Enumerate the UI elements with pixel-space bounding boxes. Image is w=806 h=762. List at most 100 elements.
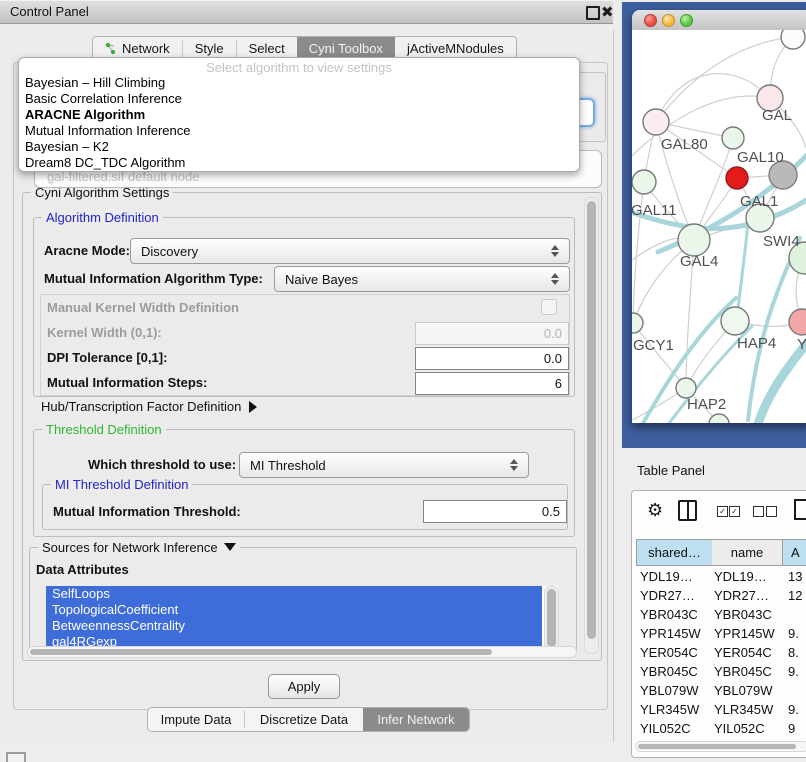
table-cell[interactable]: YLR345W	[714, 700, 773, 719]
table-horizontal-scrollbar[interactable]	[635, 741, 806, 752]
split-columns-icon[interactable]	[678, 500, 697, 521]
table-row[interactable]: YPR145W YPR145W 9.	[636, 624, 806, 643]
attribute-item-selected[interactable]: SelfLoops	[46, 586, 542, 602]
table-row[interactable]: YBR043C YBR043C	[636, 605, 806, 624]
network-node[interactable]	[632, 313, 643, 333]
algorithm-option[interactable]: Dream8 DC_TDC Algorithm	[23, 155, 575, 171]
attributes-vertical-scrollbar[interactable]	[544, 586, 559, 652]
network-canvas[interactable]: GALGAL80GAL10GAL11GAL1SWI4GAL4GCY1HAP4YH…	[632, 30, 806, 423]
algorithm-option[interactable]: Bayesian – Hill Climbing	[23, 75, 575, 91]
apply-button[interactable]: Apply	[268, 674, 340, 699]
table-cell[interactable]: 9	[788, 719, 795, 738]
network-node[interactable]	[789, 309, 806, 335]
table-row[interactable]: YER054C YER054C 8.	[636, 643, 806, 662]
tab-discretize-data[interactable]: Discretize Data	[245, 708, 363, 731]
table-row[interactable]: YDL19… YDL19… 13	[636, 567, 806, 586]
zoom-window-icon[interactable]	[680, 14, 693, 27]
table-cell[interactable]: YPR145W	[714, 624, 775, 643]
network-node[interactable]	[726, 167, 748, 189]
network-window-titlebar[interactable]	[632, 10, 806, 31]
network-node[interactable]	[722, 127, 744, 149]
algorithm-option[interactable]: Basic Correlation Inference	[23, 91, 575, 107]
hub-definition-expander[interactable]: Hub/Transcription Factor Definition	[41, 399, 257, 415]
kernel-width-field[interactable]: 0.0	[415, 322, 569, 345]
attribute-item-selected[interactable]: TopologicalCoefficient	[46, 602, 542, 618]
table-cell[interactable]: YBR045C	[714, 662, 772, 681]
sources-group-title[interactable]: Sources for Network Inference	[38, 540, 240, 555]
table-cell[interactable]: YIL052C	[640, 719, 691, 738]
network-node[interactable]	[678, 224, 710, 256]
minimized-panel-fragment[interactable]	[6, 752, 26, 762]
column-header-next[interactable]: A	[783, 539, 806, 566]
gear-icon[interactable]: ⚙	[647, 501, 663, 519]
table-cell[interactable]: YDL19…	[640, 567, 693, 586]
which-threshold-combo[interactable]: MI Threshold	[239, 452, 529, 478]
column-header-name[interactable]: name	[712, 539, 783, 566]
tab-infer-network[interactable]: Infer Network	[363, 708, 469, 731]
float-panel-icon[interactable]	[586, 6, 600, 20]
table-cell[interactable]: YDL19…	[714, 567, 767, 586]
table-hscrollbar-thumb[interactable]	[638, 744, 796, 749]
network-node[interactable]	[676, 378, 696, 398]
mi-threshold-field[interactable]: 0.5	[423, 500, 567, 523]
stepper-icon	[510, 459, 518, 471]
mi-steps-field[interactable]: 6	[415, 372, 569, 395]
settings-horizontal-scrollbar[interactable]	[27, 646, 577, 658]
table-cell[interactable]: YBL079W	[640, 681, 699, 700]
table-row[interactable]: YDR27… YDR27… 12	[636, 586, 806, 605]
algorithm-option[interactable]: Mutual Information Inference	[23, 123, 575, 139]
table-cell[interactable]: 9.	[788, 624, 799, 643]
table-cell[interactable]: 8.	[788, 643, 799, 662]
attributes-scrollbar-thumb[interactable]	[547, 589, 556, 647]
settings-scrollbar-thumb[interactable]	[587, 201, 596, 639]
table-cell[interactable]: 9.	[788, 662, 799, 681]
network-node[interactable]	[632, 170, 656, 194]
document-icon[interactable]	[794, 499, 806, 520]
table-cell[interactable]: YER054C	[714, 643, 772, 662]
tab-impute-data[interactable]: Impute Data	[148, 708, 244, 731]
close-panel-icon[interactable]: ✖	[601, 3, 614, 21]
table-row[interactable]: YBL079W YBL079W	[636, 681, 806, 700]
table-cell[interactable]: YBL079W	[714, 681, 773, 700]
column-header-shared-name[interactable]: shared…	[636, 539, 713, 566]
network-node-label: GAL11	[632, 202, 677, 219]
network-edge[interactable]	[656, 74, 770, 122]
table-cell[interactable]: YLR345W	[640, 700, 699, 719]
network-edge[interactable]	[633, 323, 686, 388]
dpi-tolerance-field[interactable]: 0.0	[415, 347, 569, 370]
minimize-window-icon[interactable]	[662, 14, 675, 27]
table-cell[interactable]: YBR043C	[714, 605, 772, 624]
algorithm-dropdown-list: Bayesian – Hill ClimbingBasic Correlatio…	[23, 75, 575, 171]
table-cell[interactable]: 13	[788, 567, 802, 586]
table-cell[interactable]: YDR27…	[640, 586, 695, 605]
network-node[interactable]	[781, 30, 805, 49]
close-window-icon[interactable]	[644, 14, 657, 27]
table-cell[interactable]: 12	[788, 586, 802, 605]
table-row[interactable]: YLR345W YLR345W 9.	[636, 700, 806, 719]
manual-kernel-checkbox[interactable]	[541, 299, 557, 315]
deselect-all-icon[interactable]	[753, 506, 764, 517]
network-view-window[interactable]: GALGAL80GAL10GAL11GAL1SWI4GAL4GCY1HAP4YH…	[632, 10, 806, 423]
table-cell[interactable]: 9.	[788, 700, 799, 719]
mi-algorithm-type-combo[interactable]: Naive Bayes	[274, 266, 570, 292]
table-row[interactable]: YBR045C YBR045C 9.	[636, 662, 806, 681]
network-node[interactable]	[643, 109, 669, 135]
deselect-all-icon[interactable]	[766, 506, 777, 517]
network-node[interactable]	[721, 307, 749, 335]
table-cell[interactable]: YPR145W	[640, 624, 701, 643]
select-all-icon[interactable]: ✓	[717, 506, 728, 517]
settings-vertical-scrollbar[interactable]	[584, 197, 599, 654]
select-all-icon[interactable]: ✓	[729, 506, 740, 517]
table-cell[interactable]: YBR045C	[640, 662, 698, 681]
table-cell[interactable]: YER054C	[640, 643, 698, 662]
algorithm-option[interactable]: Bayesian – K2	[23, 139, 575, 155]
table-row[interactable]: YIL052C YIL052C 9	[636, 719, 806, 738]
network-graph[interactable]: GALGAL80GAL10GAL11GAL1SWI4GAL4GCY1HAP4YH…	[632, 30, 806, 423]
table-cell[interactable]: YDR27…	[714, 586, 769, 605]
attribute-item-selected[interactable]: BetweennessCentrality	[46, 618, 542, 634]
table-cell[interactable]: YBR043C	[640, 605, 698, 624]
algorithm-option[interactable]: ARACNE Algorithm	[23, 107, 575, 123]
table-cell[interactable]: YIL052C	[714, 719, 765, 738]
aracne-mode-combo[interactable]: Discovery	[130, 238, 570, 264]
settings-hscrollbar-thumb[interactable]	[30, 649, 492, 655]
